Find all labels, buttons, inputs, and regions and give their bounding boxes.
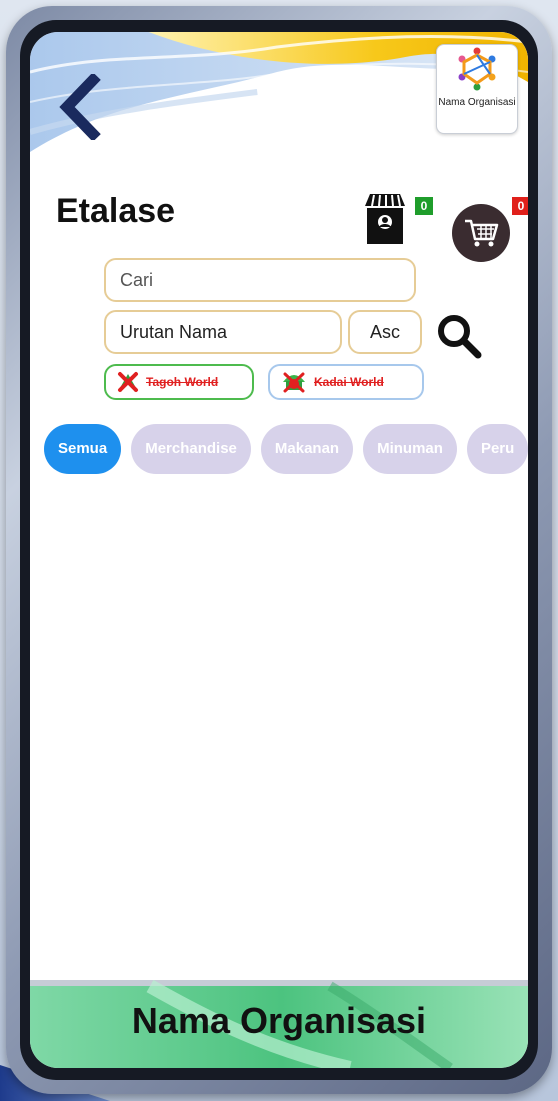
store-badge: 0 bbox=[415, 197, 433, 215]
filter-chip-label: Tagoh World bbox=[146, 375, 219, 389]
category-tabs: Semua Merchandise Makanan Minuman Peru bbox=[44, 424, 528, 474]
kadai-icon bbox=[283, 372, 305, 393]
page-title: Etalase bbox=[56, 192, 176, 230]
phone-bezel: Nama Organisasi Etalase 0 0 Cari Urutan … bbox=[20, 20, 538, 1080]
organization-logo-label: Nama Organisasi bbox=[438, 97, 516, 108]
shopping-cart-icon bbox=[465, 219, 499, 247]
organization-logo[interactable]: Nama Organisasi bbox=[436, 44, 518, 134]
people-circle-icon bbox=[458, 47, 496, 91]
footer-banner: Nama Organisasi bbox=[30, 980, 528, 1068]
cart-button[interactable] bbox=[452, 204, 510, 262]
tab-minuman[interactable]: Minuman bbox=[363, 424, 457, 474]
magnifier-icon[interactable] bbox=[434, 312, 484, 360]
tab-merchandise[interactable]: Merchandise bbox=[131, 424, 251, 474]
tab-peru[interactable]: Peru bbox=[466, 424, 528, 474]
tab-semua[interactable]: Semua bbox=[44, 424, 122, 474]
phone-frame: Nama Organisasi Etalase 0 0 Cari Urutan … bbox=[6, 6, 552, 1094]
filter-chip-label: Kadai World bbox=[314, 375, 384, 389]
filter-chip-kadai-world[interactable]: Kadai World bbox=[268, 364, 424, 400]
filter-chip-tagoh-world[interactable]: Tagoh World bbox=[104, 364, 254, 400]
tagoh-icon bbox=[118, 372, 138, 392]
back-button[interactable] bbox=[54, 72, 104, 142]
order-select[interactable]: Asc bbox=[348, 310, 422, 354]
chevron-left-icon bbox=[59, 74, 101, 140]
storefront-icon[interactable] bbox=[360, 192, 410, 247]
tab-makanan[interactable]: Makanan bbox=[260, 424, 354, 474]
footer-title: Nama Organisasi bbox=[131, 1000, 427, 1041]
sort-select[interactable]: Urutan Nama bbox=[104, 310, 342, 354]
app-screen: Nama Organisasi Etalase 0 0 Cari Urutan … bbox=[30, 32, 528, 1068]
search-input[interactable] bbox=[104, 258, 416, 302]
cart-badge: 0 bbox=[512, 197, 528, 215]
